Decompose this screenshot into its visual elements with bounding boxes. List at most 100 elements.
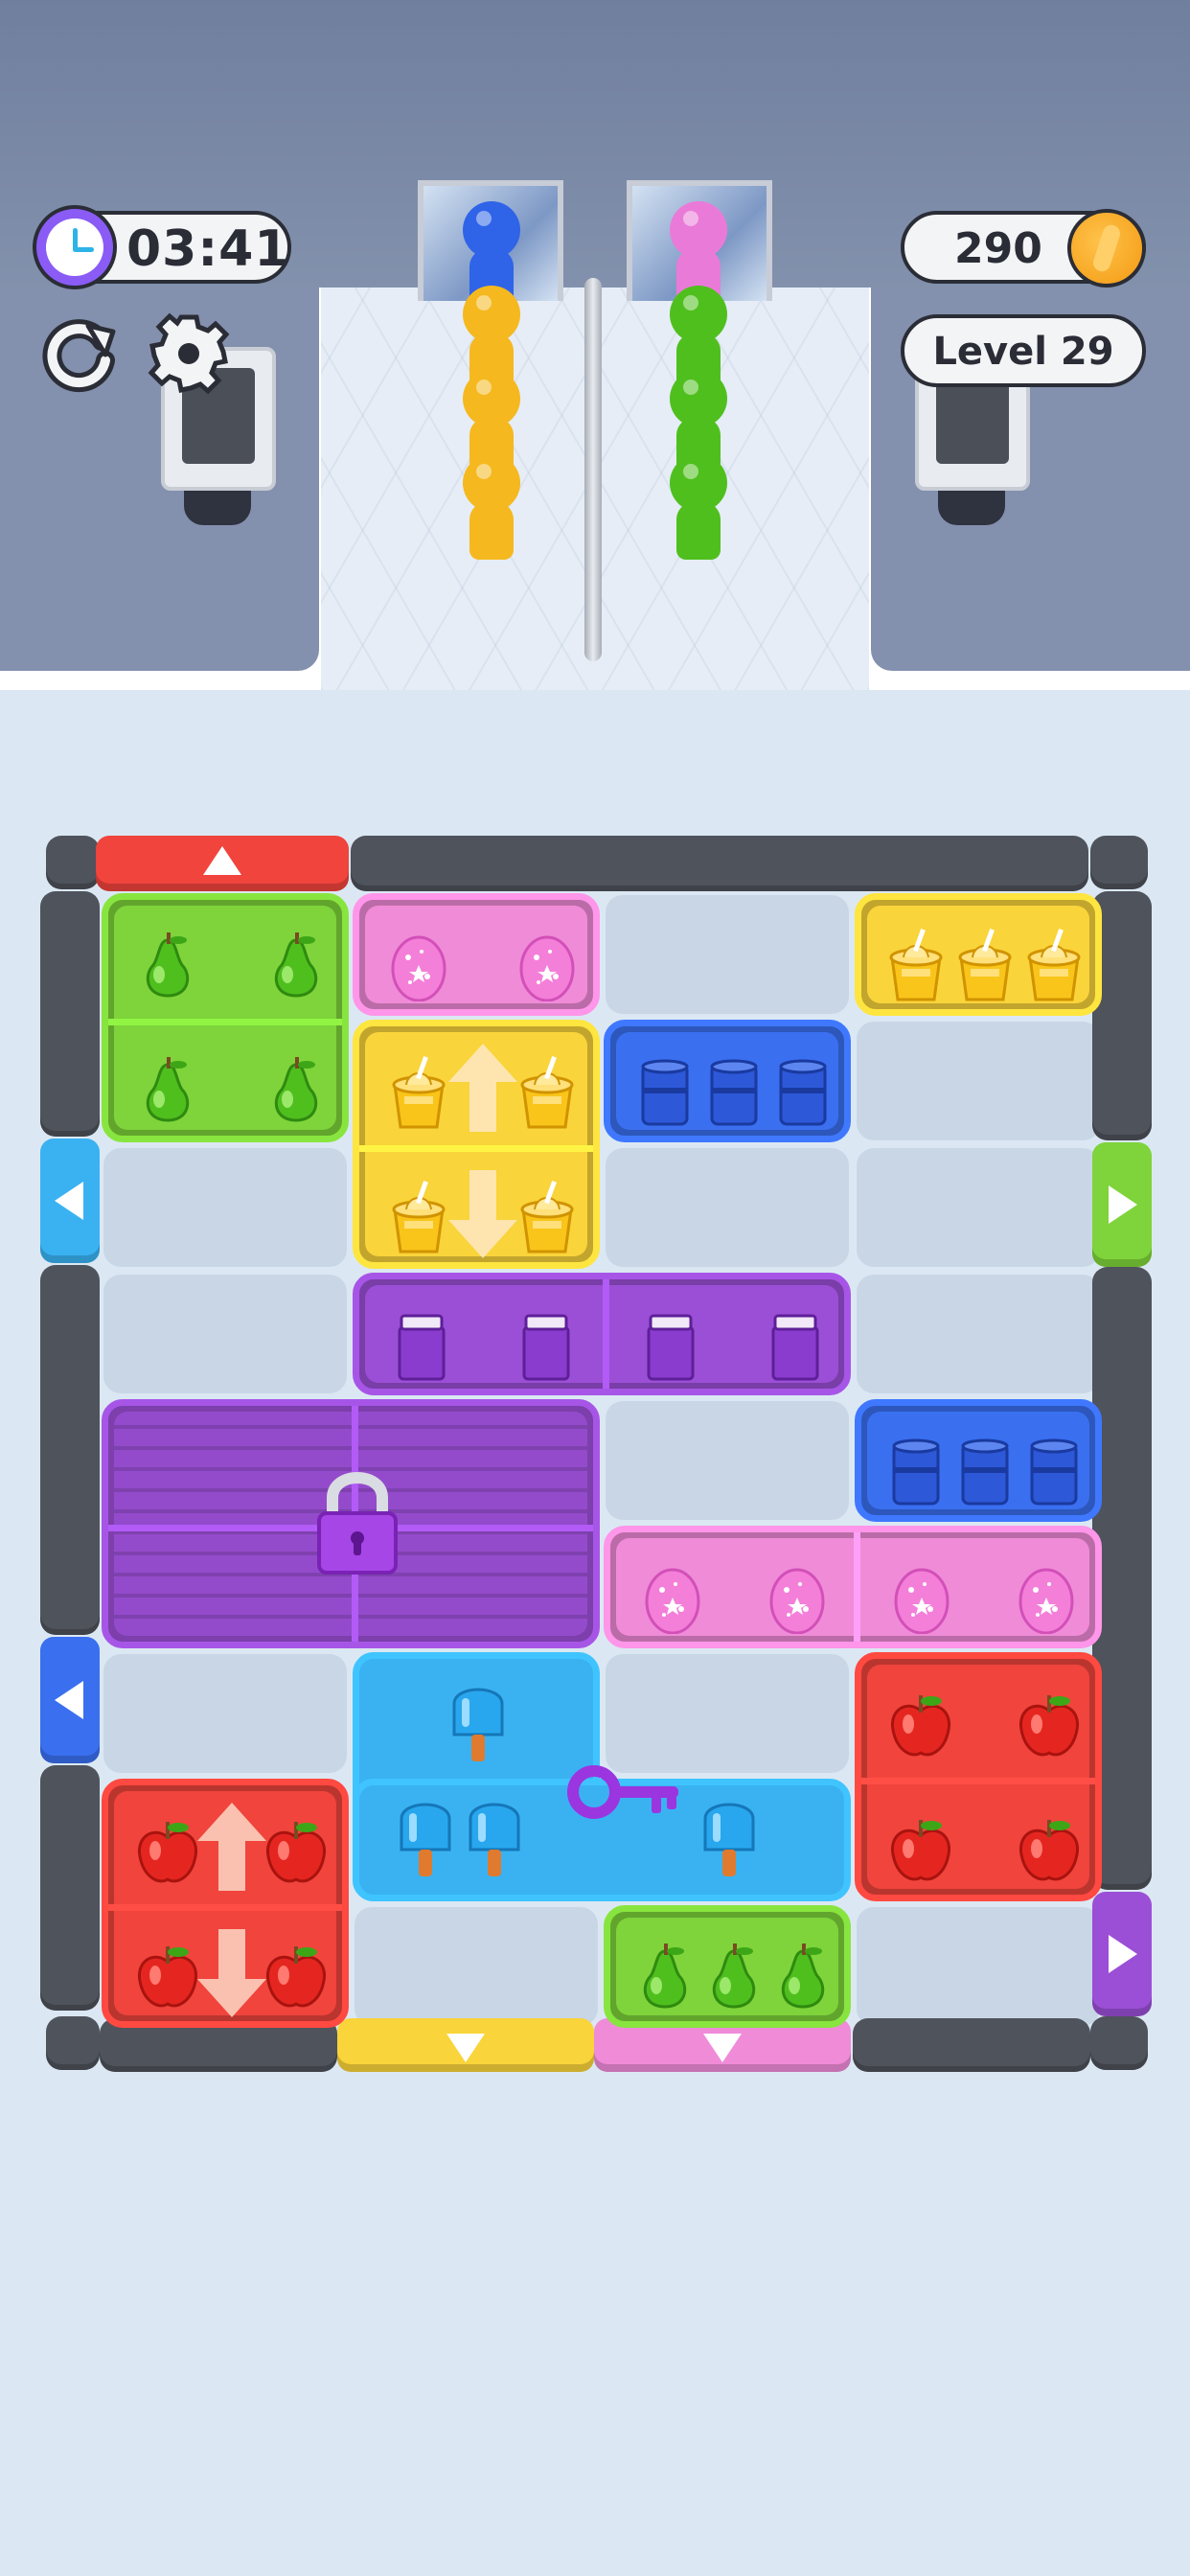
popsicle-item	[465, 1792, 524, 1882]
cup-item	[387, 1056, 450, 1133]
cup-item	[884, 929, 948, 1005]
yellow-cups-top-block[interactable]	[855, 893, 1102, 1016]
empty-cell	[606, 1401, 849, 1520]
customer-figure	[665, 201, 732, 307]
move-down-hint-icon	[194, 1925, 270, 2021]
apple-item	[885, 1814, 956, 1889]
pear-item	[138, 1057, 197, 1128]
green-pears-2x2-block[interactable]	[102, 893, 349, 1142]
board-wall	[46, 836, 100, 889]
yellow-cups-vertical-block[interactable]	[353, 1020, 600, 1269]
board-wall	[40, 1265, 100, 1635]
board-wall	[1090, 836, 1148, 889]
cup-item	[1022, 929, 1086, 1005]
shelf-divider	[861, 1778, 1095, 1784]
shelf-divider	[854, 1532, 860, 1642]
arrow-right-icon	[1109, 1935, 1137, 1973]
shelf-divider	[603, 1279, 609, 1389]
exit-top-red-gate[interactable]	[96, 836, 349, 891]
cup-item	[387, 1181, 450, 1257]
red-apples-right-block[interactable]	[855, 1652, 1102, 1901]
empty-cell	[606, 1148, 849, 1267]
empty-cell	[857, 1907, 1100, 2026]
pear-item	[138, 932, 197, 1003]
apple-item	[261, 1816, 332, 1891]
purple-locked-block[interactable]	[102, 1399, 600, 1648]
exit-right-green-gate[interactable]	[1092, 1142, 1152, 1267]
arrow-left-icon	[55, 1681, 83, 1719]
empty-cell	[103, 1275, 347, 1393]
coin-counter: 290	[901, 209, 1146, 288]
board-wall	[40, 891, 100, 1137]
key-icon	[565, 1760, 690, 1827]
coin-icon	[1067, 209, 1146, 288]
empty-cell	[606, 895, 849, 1014]
can-item	[957, 1435, 1013, 1511]
jar-item	[641, 1308, 700, 1385]
egg-item	[892, 1561, 951, 1638]
can-item	[775, 1055, 831, 1132]
customer-figure	[458, 454, 525, 560]
can-item	[637, 1055, 693, 1132]
purple-jars-row-block[interactable]	[353, 1273, 851, 1395]
green-pears-bottom-block[interactable]	[604, 1905, 851, 2028]
jar-item	[516, 1308, 576, 1385]
jar-item	[766, 1308, 825, 1385]
board-wall	[853, 2018, 1090, 2072]
blue-cans-top-block[interactable]	[604, 1020, 851, 1142]
shelf-divider	[108, 1904, 342, 1911]
empty-cell	[103, 1654, 347, 1773]
arrow-down-icon	[446, 2034, 485, 2062]
customer-figure	[458, 286, 525, 391]
board-wall	[351, 836, 1088, 891]
apple-item	[1014, 1690, 1085, 1764]
exit-right-purple-gate[interactable]	[1092, 1892, 1152, 2016]
board-wall	[46, 2016, 100, 2070]
timer-display: 03:41	[33, 205, 291, 289]
move-down-hint-icon	[445, 1166, 521, 1262]
board-wall	[40, 1765, 100, 2011]
arrow-up-icon	[203, 846, 241, 875]
egg-item	[517, 929, 577, 1005]
padlock-icon	[309, 1463, 405, 1578]
apple-item	[885, 1690, 956, 1764]
customer-figure	[665, 454, 732, 560]
pear-item	[266, 932, 326, 1003]
red-apples-vertical-block[interactable]	[102, 1779, 349, 2028]
coin-value: 290	[954, 224, 1042, 273]
cup-item	[953, 929, 1017, 1005]
blue-cans-mid-block[interactable]	[855, 1399, 1102, 1522]
pink-eggs-row-block[interactable]	[604, 1526, 1102, 1648]
exit-left-cyan-gate[interactable]	[40, 1138, 100, 1263]
popsicle-item	[396, 1792, 455, 1882]
customer-figure	[665, 286, 732, 391]
level-label: Level 29	[932, 330, 1114, 374]
customer-figure	[665, 370, 732, 475]
shelf-divider	[359, 1145, 593, 1152]
can-item	[706, 1055, 762, 1132]
exit-bottom-yellow-gate[interactable]	[337, 2018, 594, 2072]
pear-item	[635, 1944, 695, 2014]
settings-button[interactable]	[148, 312, 230, 395]
timer-value: 03:41	[126, 220, 290, 278]
customer-figure	[458, 201, 525, 307]
level-badge: Level 29	[901, 314, 1146, 387]
gear-icon	[148, 312, 230, 395]
restart-button[interactable]	[38, 312, 121, 395]
cyan-popsicles-block[interactable]	[353, 1652, 851, 1901]
pear-item	[704, 1944, 764, 2014]
shelf-divider	[108, 1019, 342, 1025]
empty-cell	[857, 1275, 1100, 1393]
egg-item	[389, 929, 448, 1005]
move-up-hint-icon	[445, 1040, 521, 1139]
can-item	[888, 1435, 944, 1511]
pink-eggs-top-block[interactable]	[353, 893, 600, 1016]
popsicle-item	[699, 1792, 759, 1882]
egg-item	[643, 1561, 702, 1638]
exit-left-blue-gate[interactable]	[40, 1637, 100, 1763]
popsicle-item	[448, 1677, 508, 1767]
egg-item	[1017, 1561, 1076, 1638]
board-wall	[1090, 2016, 1148, 2070]
apple-item	[132, 1816, 203, 1891]
customer-figure	[458, 370, 525, 475]
